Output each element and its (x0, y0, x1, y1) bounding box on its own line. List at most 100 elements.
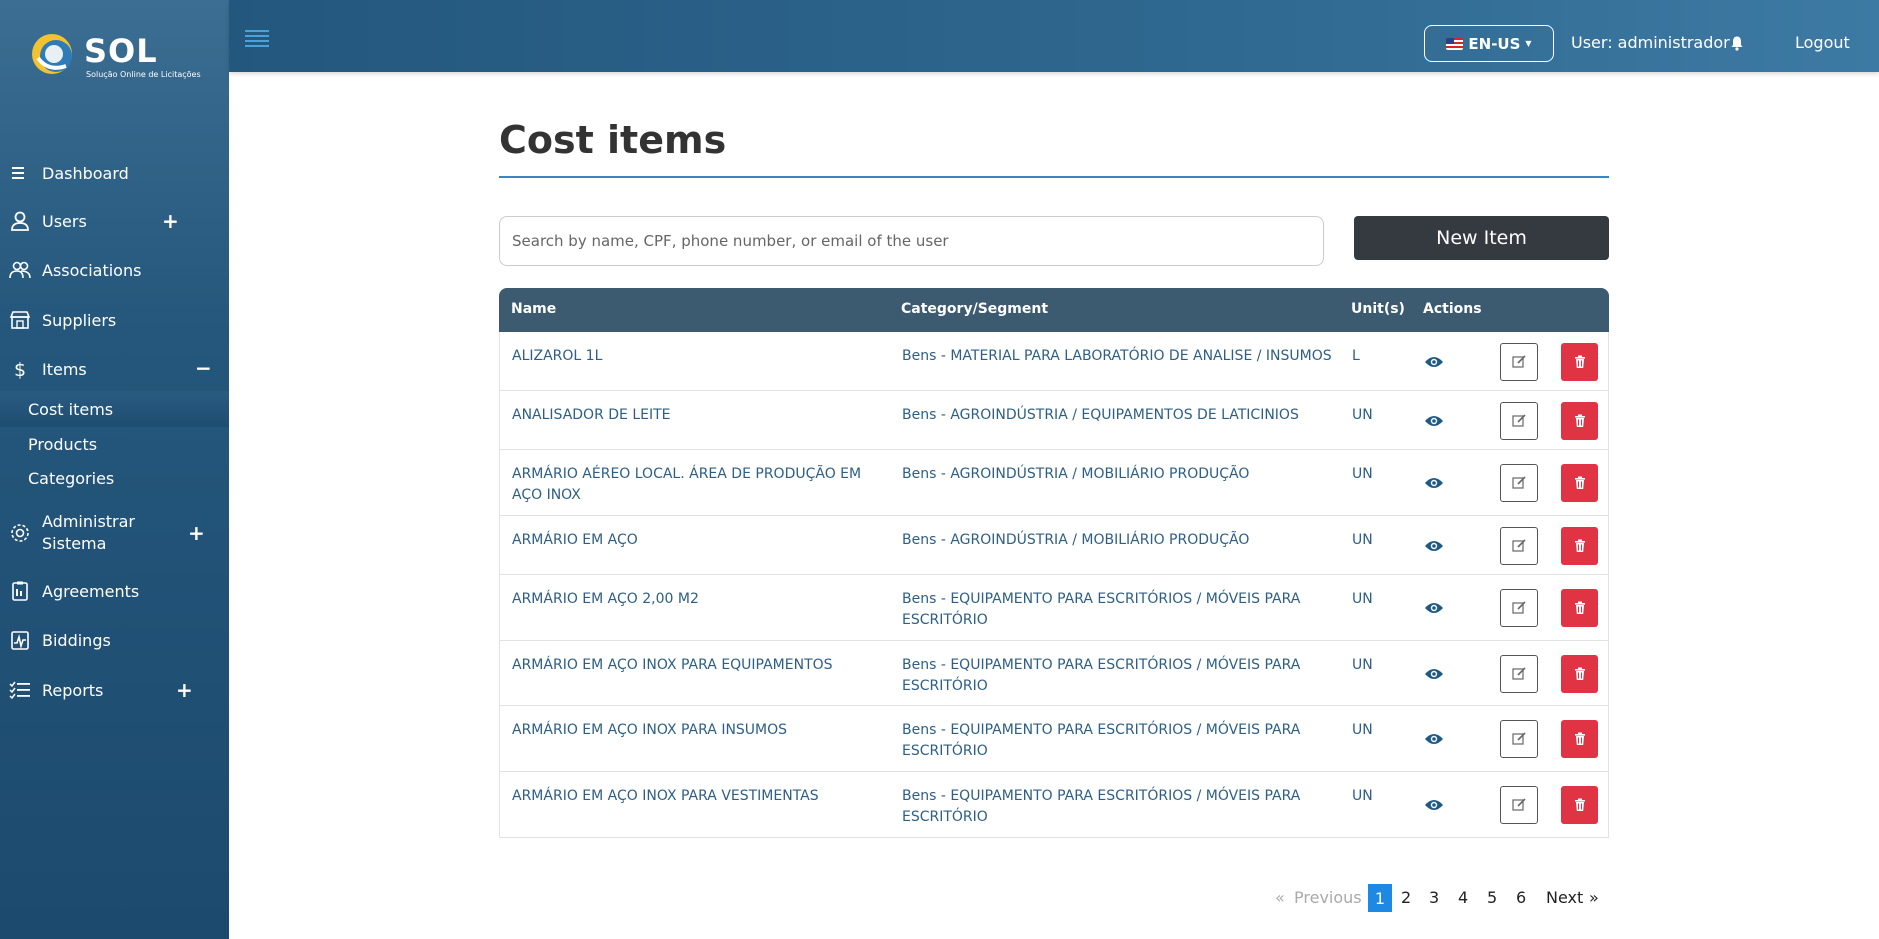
delete-button[interactable] (1561, 589, 1598, 627)
page-2-link[interactable]: 2 (1401, 888, 1411, 907)
view-eye-icon[interactable] (1424, 476, 1444, 490)
edit-button[interactable] (1500, 402, 1538, 440)
edit-icon (1512, 798, 1526, 811)
edit-icon (1512, 476, 1526, 489)
logo[interactable]: SOL Solução Online de Licitações (28, 24, 201, 84)
store-icon (8, 308, 32, 332)
table-row: ARMÁRIO EM AÇO 2,00 M2 Bens - EQUIPAMENTO… (500, 575, 1608, 641)
item-name[interactable]: ARMÁRIO EM AÇO 2,00 M2 (512, 589, 882, 610)
menu-toggle-icon[interactable] (245, 30, 269, 48)
edit-icon (1512, 355, 1526, 368)
table-row: ANALISADOR DE LEITE Bens - AGROINDÚSTRIA … (500, 391, 1608, 450)
trash-icon (1574, 601, 1585, 614)
page-6-link[interactable]: 6 (1516, 888, 1526, 907)
user-icon (8, 209, 32, 233)
page-1-link[interactable]: 1 (1368, 884, 1392, 912)
delete-button[interactable] (1561, 343, 1598, 381)
delete-button[interactable] (1561, 464, 1598, 502)
delete-button[interactable] (1561, 655, 1598, 693)
page-5-link[interactable]: 5 (1487, 888, 1497, 907)
table-row: ARMÁRIO EM AÇO INOX PARA INSUMOS Bens - E… (500, 706, 1608, 772)
sidebar-item-users[interactable]: Users + (0, 201, 229, 241)
sidebar-item-label: Agreements (42, 581, 140, 601)
sidebar: SOL Solução Online de Licitações Dashboa… (0, 0, 229, 939)
sidebar-item-agreements[interactable]: Agreements (0, 571, 229, 611)
bell-icon[interactable] (1729, 35, 1745, 51)
item-name[interactable]: ALIZAROL 1L (512, 346, 882, 367)
sidebar-item-suppliers[interactable]: Suppliers (0, 300, 229, 340)
sidebar-item-label: Administrar Sistema (42, 512, 136, 553)
sidebar-item-label: Suppliers (42, 310, 117, 330)
item-unit: UN (1352, 591, 1373, 607)
item-unit: UN (1352, 657, 1373, 673)
trash-icon (1574, 667, 1585, 680)
edit-icon (1512, 539, 1526, 552)
view-eye-icon[interactable] (1424, 539, 1444, 553)
edit-button[interactable] (1500, 655, 1538, 693)
table-row: ARMÁRIO EM AÇO Bens - AGROINDÚSTRIA / MOB… (500, 516, 1608, 575)
search-input[interactable] (499, 216, 1324, 266)
edit-button[interactable] (1500, 343, 1538, 381)
delete-button[interactable] (1561, 720, 1598, 758)
trash-icon (1574, 355, 1585, 368)
item-category: Bens - EQUIPAMENTO PARA ESCRITÓRIOS / MÓ… (902, 788, 1301, 825)
page-3-link[interactable]: 3 (1429, 888, 1439, 907)
item-unit: UN (1352, 466, 1373, 482)
trash-icon (1574, 539, 1585, 552)
page-title: Cost items (499, 118, 727, 162)
expand-toggle[interactable]: + (188, 521, 205, 545)
item-name[interactable]: ARMÁRIO EM AÇO INOX PARA INSUMOS (512, 720, 882, 741)
edit-button[interactable] (1500, 720, 1538, 758)
sub-item-categories[interactable]: Categories (28, 469, 114, 488)
view-eye-icon[interactable] (1424, 732, 1444, 746)
item-category: Bens - EQUIPAMENTO PARA ESCRITÓRIOS / MÓ… (902, 591, 1301, 628)
language-selector[interactable]: EN-US ▼ (1424, 25, 1554, 62)
sidebar-item-associations[interactable]: Associations (0, 250, 229, 290)
new-item-button[interactable]: New Item (1354, 216, 1609, 260)
sub-item-products[interactable]: Products (28, 435, 97, 454)
collapse-toggle[interactable]: − (195, 356, 212, 380)
edit-button[interactable] (1500, 527, 1538, 565)
sidebar-item-label: Reports (42, 680, 104, 700)
item-name[interactable]: ARMÁRIO AÉREO LOCAL. ÁREA DE PRODUÇÃO EM… (512, 464, 882, 506)
edit-icon (1512, 601, 1526, 614)
sidebar-item-reports[interactable]: Reports + (0, 670, 229, 710)
trash-icon (1574, 798, 1585, 811)
table-row: ARMÁRIO AÉREO LOCAL. ÁREA DE PRODUÇÃO EM… (500, 450, 1608, 516)
page-4-link[interactable]: 4 (1458, 888, 1468, 907)
view-eye-icon[interactable] (1424, 355, 1444, 369)
view-eye-icon[interactable] (1424, 667, 1444, 681)
expand-toggle[interactable]: + (162, 209, 179, 233)
delete-button[interactable] (1561, 527, 1598, 565)
edit-button[interactable] (1500, 786, 1538, 824)
expand-toggle[interactable]: + (176, 678, 193, 702)
next-arrow[interactable]: » (1589, 888, 1599, 907)
top-bar: EN-US ▼ User: administrador Logout (229, 0, 1879, 72)
svg-text:$: $ (14, 359, 26, 380)
view-eye-icon[interactable] (1424, 601, 1444, 615)
edit-button[interactable] (1500, 589, 1538, 627)
sidebar-item-label: Associations (42, 260, 142, 280)
logout-link[interactable]: Logout (1795, 33, 1850, 52)
us-flag-icon (1446, 37, 1464, 50)
delete-button[interactable] (1561, 402, 1598, 440)
item-name[interactable]: ARMÁRIO EM AÇO INOX PARA VESTIMENTAS (512, 786, 882, 807)
table-row: ARMÁRIO EM AÇO INOX PARA EQUIPAMENTOS Ben… (500, 641, 1608, 706)
sidebar-item-biddings[interactable]: Biddings (0, 620, 229, 660)
sub-item-cost-items[interactable]: Cost items (28, 400, 113, 419)
item-unit: UN (1352, 407, 1373, 423)
view-eye-icon[interactable] (1424, 414, 1444, 428)
view-eye-icon[interactable] (1424, 798, 1444, 812)
sidebar-item-items[interactable]: $ Items − (0, 349, 229, 389)
delete-button[interactable] (1561, 786, 1598, 824)
sidebar-item-label: Biddings (42, 630, 111, 650)
item-name[interactable]: ARMÁRIO EM AÇO INOX PARA EQUIPAMENTOS (512, 655, 882, 676)
column-header-name: Name (511, 301, 557, 317)
edit-button[interactable] (1500, 464, 1538, 502)
item-name[interactable]: ANALISADOR DE LEITE (512, 405, 882, 426)
next-page-link[interactable]: Next (1546, 888, 1583, 907)
sidebar-item-administrar-sistema[interactable]: Administrar Sistema + (0, 508, 229, 558)
item-unit: UN (1352, 532, 1373, 548)
sidebar-item-dashboard[interactable]: Dashboard (0, 153, 229, 193)
item-name[interactable]: ARMÁRIO EM AÇO (512, 530, 882, 551)
